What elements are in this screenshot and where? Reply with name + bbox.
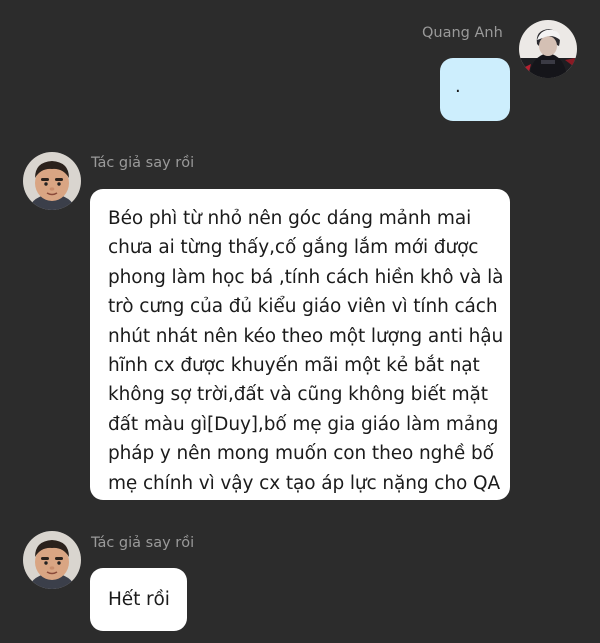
message-text: Hết rồi bbox=[108, 585, 170, 614]
message-line: mẹ chính vì vậy cx tạo áp lực nặng cho Q… bbox=[108, 472, 501, 494]
message-bubble[interactable]: Béo phì từ nhỏ nên góc dáng mảnh mai chư… bbox=[90, 189, 510, 500]
message-line: Hết rồi bbox=[108, 589, 170, 610]
sender-name: Tác giả say rồi bbox=[91, 155, 195, 171]
message-line: không sợ trời,đất và cũng không biết mặt bbox=[108, 384, 488, 406]
message-line: trò cưng của đủ kiểu giáo viên vì tính c… bbox=[108, 296, 498, 318]
message-line: hĩnh cx được khuyến mãi một kẻ bắt nạt bbox=[108, 355, 480, 377]
author-avatar[interactable] bbox=[23, 531, 81, 589]
message-line: phong làm học bá ,tính cách hiền khô và … bbox=[108, 266, 504, 288]
message-line: Béo phì từ nhỏ nên góc dáng mảnh mai bbox=[108, 208, 472, 229]
message-bubble[interactable]: . bbox=[440, 58, 510, 121]
sender-name: Quang Anh bbox=[422, 25, 503, 41]
message-line: pháp y nên mong muốn con theo nghề bố bbox=[108, 443, 494, 465]
user-avatar[interactable] bbox=[519, 20, 577, 78]
message-text: . bbox=[455, 76, 461, 97]
message-line: chưa ai từng thấy,cố gắng lắm mới được bbox=[108, 237, 479, 259]
sender-name: Tác giả say rồi bbox=[91, 535, 195, 551]
author-avatar[interactable] bbox=[23, 152, 81, 210]
message-line: nhút nhát nên kéo theo một lượng anti hậ… bbox=[108, 325, 504, 347]
message-line: đất màu gì[Duy],bố mẹ gia giáo làm mảng bbox=[108, 413, 499, 435]
message-text: Béo phì từ nhỏ nên góc dáng mảnh mai chư… bbox=[108, 204, 504, 498]
message-bubble[interactable]: Hết rồi bbox=[90, 568, 187, 631]
